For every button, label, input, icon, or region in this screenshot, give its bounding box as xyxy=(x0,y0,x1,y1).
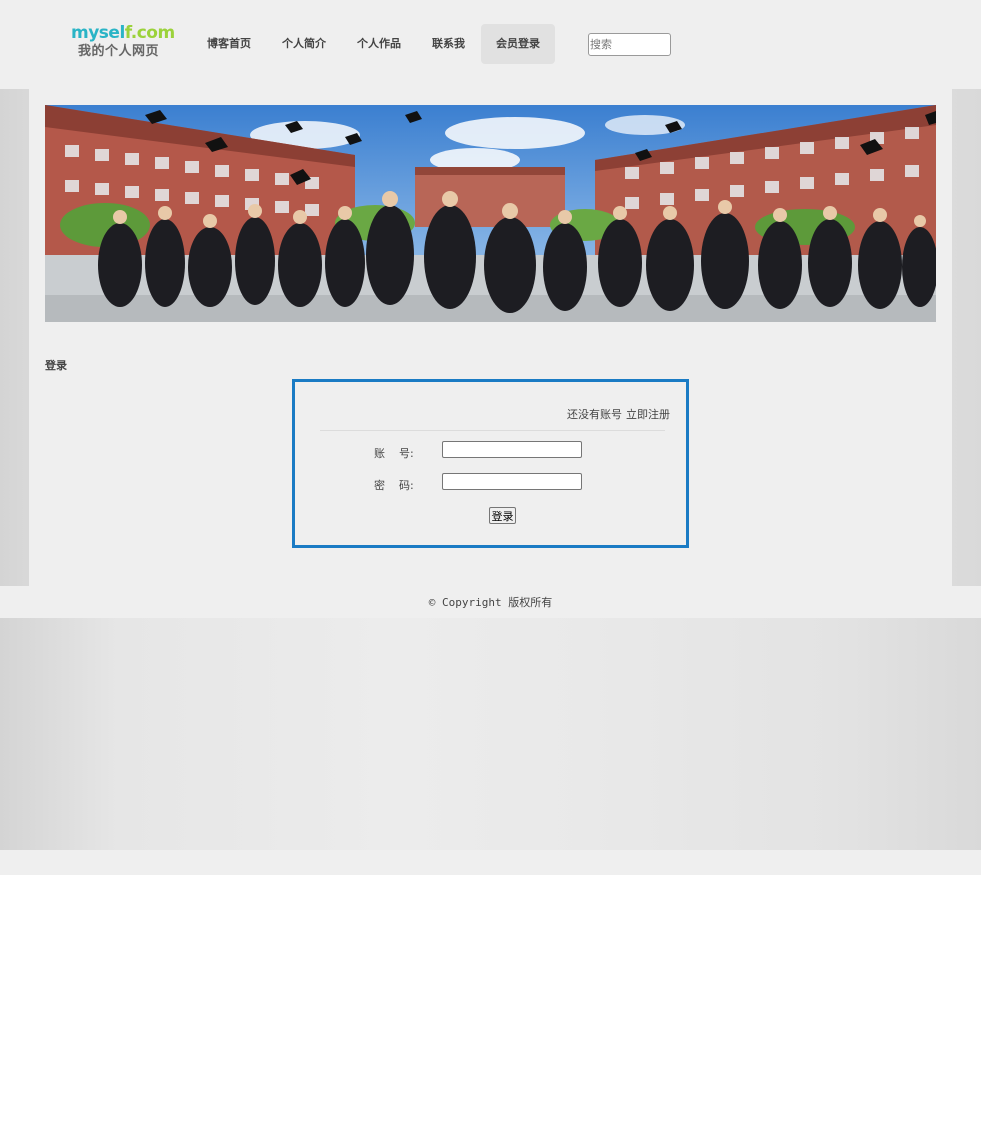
section-title: 登录 xyxy=(45,359,67,372)
account-input[interactable] xyxy=(442,441,582,458)
password-input[interactable] xyxy=(442,473,582,490)
nav-item-profile[interactable]: 个人简介 xyxy=(267,24,341,64)
search-input[interactable] xyxy=(588,33,671,56)
login-form: 还没有账号 立即注册 账 号: 密 码: 登录 xyxy=(292,379,689,548)
login-submit-button[interactable]: 登录 xyxy=(489,507,516,524)
register-prompt: 还没有账号 立即注册 xyxy=(567,406,670,422)
background-stripe xyxy=(0,850,981,875)
site-logo[interactable]: myself.com 我的个人网页 xyxy=(71,23,175,61)
account-label: 账 号: xyxy=(374,447,414,460)
copyright-text: © Copyright 版权所有 xyxy=(428,596,553,609)
site-footer: © Copyright 版权所有 xyxy=(0,586,981,618)
nav-item-works[interactable]: 个人作品 xyxy=(342,24,416,64)
no-account-text: 还没有账号 xyxy=(567,408,622,421)
main-nav: 博客首页 个人简介 个人作品 联系我 会员登录 xyxy=(192,24,556,64)
register-link[interactable]: 立即注册 xyxy=(626,408,670,421)
nav-item-contact[interactable]: 联系我 xyxy=(417,24,480,64)
form-divider xyxy=(320,430,665,431)
banner-image xyxy=(45,105,936,322)
password-label: 密 码: xyxy=(374,479,414,492)
nav-item-blog-home[interactable]: 博客首页 xyxy=(192,24,266,64)
header-inner: myself.com 我的个人网页 博客首页 个人简介 个人作品 联系我 会员登… xyxy=(45,22,936,72)
nav-item-member-login[interactable]: 会员登录 xyxy=(481,24,555,64)
site-header: myself.com 我的个人网页 博客首页 个人简介 个人作品 联系我 会员登… xyxy=(0,0,981,89)
logo-subtitle: 我的个人网页 xyxy=(78,44,160,59)
